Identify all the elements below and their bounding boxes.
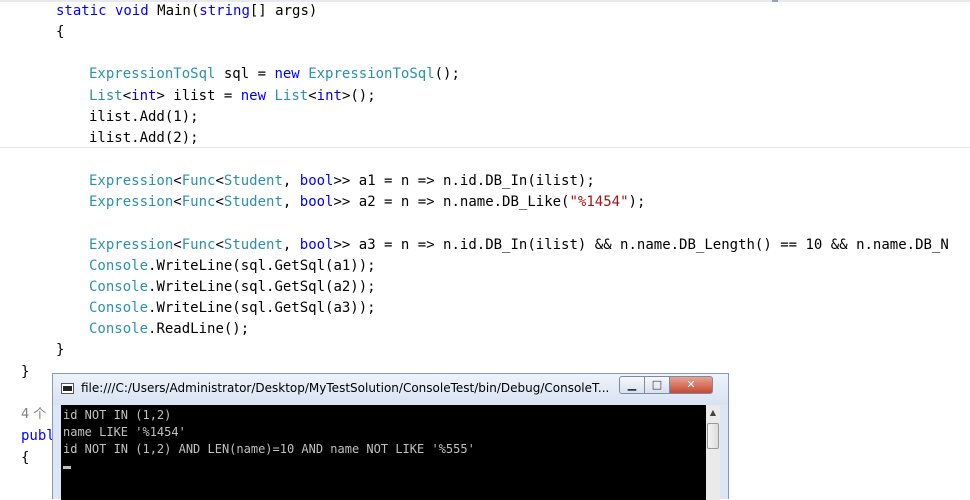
keyword: new — [274, 66, 300, 82]
scrollbar-thumb[interactable] — [707, 423, 719, 449]
ruler-marker — [772, 0, 778, 2]
code-text: , — [282, 173, 300, 189]
code-text: >> a3 = n => n.id.DB_In(ilist) && n.name… — [333, 237, 949, 253]
type-name: Console — [89, 321, 149, 337]
code-text: ilist.Add(1); — [89, 109, 199, 125]
type-name: Expression — [89, 173, 174, 189]
keyword: int — [131, 88, 157, 104]
code-text: { — [56, 24, 65, 40]
code-text: >> a1 = n => n.id.DB_In(ilist); — [333, 173, 595, 189]
code-line-expr-a3: Expression<Func<Student, bool>> a3 = n =… — [89, 235, 949, 255]
code-text: < — [122, 88, 132, 104]
type-name: List — [274, 88, 309, 104]
code-line-add-1: ilist.Add(1); — [89, 107, 199, 127]
code-line-class-close-brace: } — [21, 362, 29, 382]
scroll-up-arrow-icon[interactable]: ▲ — [706, 406, 720, 420]
keyword: bool — [299, 194, 334, 210]
console-window[interactable]: file:///C:/Users/Administrator/Desktop/M… — [52, 373, 729, 500]
code-text: < — [215, 173, 224, 189]
maximize-button[interactable]: □ — [644, 376, 670, 394]
keyword: static void — [56, 3, 149, 19]
code-line-readline: Console.ReadLine(); — [89, 319, 249, 339]
type-name: Expression — [89, 194, 174, 210]
code-line-open-brace: { — [56, 22, 64, 42]
type-name: Func — [181, 237, 216, 253]
keyword: int — [316, 88, 342, 104]
type-name: Func — [181, 194, 216, 210]
console-line: id NOT IN (1,2) AND LEN(name)=10 AND nam… — [63, 442, 475, 456]
type-name: Expression — [89, 237, 174, 253]
code-text: , — [282, 194, 300, 210]
type-name: Console — [89, 279, 149, 295]
code-text: < — [308, 88, 317, 104]
code-text: .ReadLine(); — [148, 321, 250, 337]
code-line-writeline-a3: Console.WriteLine(sql.GetSql(a3)); — [89, 298, 376, 318]
string-literal: "%1454" — [569, 194, 629, 210]
code-text: } — [56, 342, 65, 358]
console-titlebar[interactable]: file:///C:/Users/Administrator/Desktop/M… — [53, 374, 728, 405]
console-cursor — [63, 466, 71, 469]
code-text: >> a2 = n => n.name.DB_Like( — [333, 194, 570, 210]
code-text: > ilist = — [156, 88, 241, 104]
console-title: file:///C:/Users/Administrator/Desktop/M… — [81, 381, 610, 395]
code-line-expr-a2: Expression<Func<Student, bool>> a2 = n =… — [89, 192, 645, 212]
type-name: ExpressionToSql — [89, 66, 216, 82]
type-name: Func — [181, 173, 216, 189]
console-app-icon[interactable] — [61, 383, 74, 394]
close-button[interactable]: ✕ — [669, 376, 713, 394]
code-text: (); — [434, 66, 460, 82]
type-name: Console — [89, 300, 149, 316]
type-name: Console — [89, 258, 149, 274]
code-line-expr-a1: Expression<Func<Student, bool>> a1 = n =… — [89, 171, 595, 191]
type-name: Student — [223, 237, 283, 253]
console-line: id NOT IN (1,2) — [63, 408, 172, 422]
keyword: bool — [299, 173, 334, 189]
code-line-list-decl: List<int> ilist = new List<int>(); — [89, 86, 376, 106]
keyword: new — [240, 88, 267, 104]
type-name: Student — [223, 194, 283, 210]
code-line-add-2: ilist.Add(2); — [89, 128, 199, 148]
code-text: .WriteLine(sql.GetSql(a1)); — [148, 258, 376, 274]
code-text: } — [21, 364, 30, 380]
console-output[interactable]: id NOT IN (1,2) name LIKE '%1454' id NOT… — [61, 405, 706, 500]
code-text: { — [21, 450, 30, 466]
minimize-button[interactable]: ▁ — [619, 376, 645, 394]
code-line-open-brace-2: { — [21, 448, 29, 468]
code-text: .WriteLine(sql.GetSql(a2)); — [148, 279, 376, 295]
code-text: < — [215, 194, 224, 210]
code-text: ); — [628, 194, 646, 210]
console-scrollbar[interactable]: ▲ — [706, 405, 720, 500]
code-text: 4 个 — [21, 407, 47, 422]
code-line-writeline-a2: Console.WriteLine(sql.GetSql(a2)); — [89, 277, 376, 297]
code-text: < — [173, 173, 182, 189]
type-name: List — [89, 88, 123, 104]
code-text: < — [173, 237, 182, 253]
console-line: name LIKE '%1454' — [63, 425, 186, 439]
keyword: publ — [21, 428, 55, 444]
code-text: < — [173, 194, 182, 210]
code-text: >(); — [341, 88, 376, 104]
code-text: Main( — [148, 3, 200, 19]
code-lens-references[interactable]: 4 个 — [21, 405, 46, 425]
code-text: .WriteLine(sql.GetSql(a3)); — [148, 300, 376, 316]
code-text: sql = — [215, 66, 275, 82]
code-text: , — [282, 237, 300, 253]
code-line-main-signature: static void Main(string[] args) — [56, 1, 317, 21]
keyword: string — [199, 3, 250, 19]
code-line-close-brace: } — [56, 340, 64, 360]
type-name: ExpressionToSql — [308, 66, 435, 82]
code-line-writeline-a1: Console.WriteLine(sql.GetSql(a1)); — [89, 256, 376, 276]
code-text: < — [215, 237, 224, 253]
code-line-public: publ — [21, 426, 55, 446]
type-name: Student — [223, 173, 283, 189]
code-line-sql-decl: ExpressionToSql sql = new ExpressionToSq… — [89, 64, 460, 84]
code-text: [] args) — [249, 3, 318, 19]
code-text: ilist.Add(2); — [89, 130, 199, 146]
keyword: bool — [299, 237, 334, 253]
